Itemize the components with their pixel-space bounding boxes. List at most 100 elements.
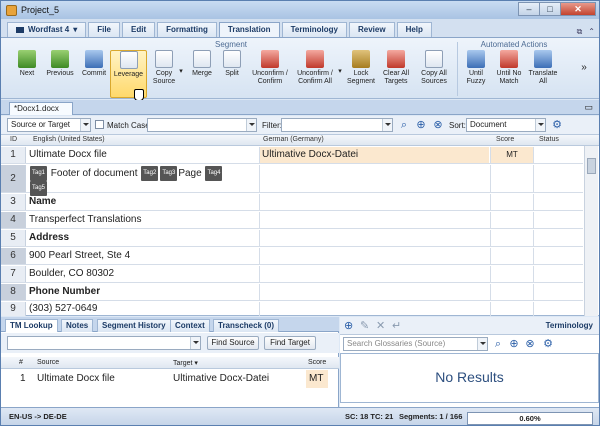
wordfast-menu[interactable]: Wordfast 4 ▾ [7,22,87,37]
status-cell [533,284,583,300]
source-cell[interactable]: 900 Pearl Street, Ste 4 [29,248,257,264]
search-scope-select[interactable]: Source or Target [7,118,91,132]
tm-target-header[interactable]: Target ▾ [173,359,198,367]
source-cell[interactable]: Tag1 Footer of document Tag2 Tag3 Page Tag… [29,166,257,196]
inline-tag[interactable]: Tag2 [141,166,159,181]
tm-source-header[interactable]: Source [37,359,59,366]
glossary-settings-icon[interactable]: ⚙ [542,338,554,350]
tab-transcheck[interactable]: Transcheck (0) [213,319,280,332]
segment-row[interactable]: 6 900 Pearl Street, Ste 4 [1,248,583,265]
glossary-search-input[interactable]: Search Glossaries (Source) [343,337,488,351]
segment-row[interactable]: 9 (303) 527-0649 [1,302,583,316]
target-cell[interactable] [259,230,489,246]
status-column-header[interactable]: Status [539,136,559,143]
search-input[interactable] [147,118,257,132]
tab-tm-lookup[interactable]: TM Lookup [5,319,58,332]
target-cell[interactable] [259,266,489,282]
edit-term-icon[interactable]: ✎ [360,320,369,332]
until-fuzzy-icon [467,50,485,68]
edit-menu[interactable]: Edit [122,22,156,37]
formatting-menu[interactable]: Formatting [157,22,217,37]
segment-row[interactable]: 3 Name [1,194,583,211]
segment-row[interactable]: 7 Boulder, CO 80302 [1,266,583,283]
copy-source-button[interactable]: Copy Source [149,50,179,98]
segment-row[interactable]: 4 Transperfect Translations [1,212,583,229]
find-source-button[interactable]: Find Source [207,336,259,350]
inline-tag[interactable]: Tag1 [30,166,48,181]
glossary-clear-icon[interactable]: ⊗ [524,338,536,350]
segment-row[interactable]: 2 Tag1 Footer of document Tag2 Tag3 Page T… [1,165,583,196]
review-menu[interactable]: Review [349,22,395,37]
source-cell[interactable]: Phone Number [29,284,257,300]
bottom-panels: TM Lookup Notes Segment History Context … [1,317,599,407]
next-button[interactable]: Next [13,50,41,98]
score-column-header[interactable]: Score [496,136,514,143]
search-icon[interactable]: ⌕ [398,119,410,131]
source-cell[interactable]: Boulder, CO 80302 [29,266,257,282]
minimize-button[interactable]: – [518,2,540,16]
target-cell[interactable] [259,194,489,210]
segment-row[interactable]: 5 Address [1,230,583,247]
tab-notes[interactable]: Notes [61,319,94,332]
target-cell[interactable] [259,284,489,300]
file-menu[interactable]: File [88,22,120,37]
document-tab[interactable]: *Docx1.docx [9,102,73,115]
source-cell[interactable]: Name [29,194,257,210]
tab-segment-history[interactable]: Segment History [97,319,171,332]
target-cell[interactable] [259,302,489,316]
sort-select[interactable]: Document [466,118,546,132]
collapse-ribbon-icon[interactable]: ⌃ [588,27,595,37]
until-no-match-button[interactable]: Until No Match [492,50,526,98]
search-next-icon[interactable]: ⊕ [415,119,427,131]
filter-input[interactable] [281,118,393,132]
until-fuzzy-button[interactable]: Until Fuzzy [462,50,490,98]
close-button[interactable]: ✕ [560,2,596,16]
target-column-header[interactable]: German (Germany) [263,136,324,143]
add-term-icon[interactable]: ⊕ [344,320,353,332]
copy-all-sources-button[interactable]: Copy All Sources [414,50,454,98]
unconfirm-confirm-all-button[interactable]: Unconfirm / Confirm All [293,50,337,98]
merge-button[interactable]: Merge [187,50,217,98]
delete-term-icon[interactable]: ✕ [376,320,385,332]
tm-result-row[interactable]: 1 Ultimate Docx file Ultimative Docx-Dat… [1,370,339,388]
scrollbar-thumb[interactable] [587,158,596,174]
inline-tag[interactable]: Tag3 [160,166,178,181]
commit-button[interactable]: Commit [79,50,109,98]
insert-term-icon[interactable]: ↵ [392,320,401,332]
translate-all-button[interactable]: Translate All [527,50,559,98]
source-cell[interactable]: Ultimate Docx file [29,147,257,163]
restore-ribbon-icon[interactable]: ⧉ [577,27,583,37]
source-cell[interactable]: Address [29,230,257,246]
inline-tag[interactable]: Tag4 [205,166,223,181]
clear-filter-icon[interactable]: ⊗ [432,119,444,131]
target-cell[interactable]: Ultimative Docx-Datei [259,147,489,163]
glossary-search-next-icon[interactable]: ⊕ [508,338,520,350]
source-cell[interactable]: (303) 527-0649 [29,302,257,316]
tm-search-input[interactable] [7,336,201,350]
segment-row[interactable]: 8 Phone Number [1,284,583,301]
terminology-menu[interactable]: Terminology [281,22,347,37]
segment-row[interactable]: 1 Ultimate Docx file Ultimative Docx-Dat… [1,147,583,164]
help-menu[interactable]: Help [396,22,432,37]
lock-segment-button[interactable]: Lock Segment [345,50,377,98]
glossary-search-icon[interactable]: ⌕ [492,338,504,350]
split-button[interactable]: Split [218,50,246,98]
tab-context[interactable]: Context [170,319,210,332]
clear-all-targets-button[interactable]: Clear All Targets [379,50,413,98]
target-cell[interactable] [259,165,489,192]
unconfirm-confirm-button[interactable]: Unconfirm / Confirm [247,50,293,98]
source-column-header[interactable]: English (United States) [33,136,105,143]
translation-menu[interactable]: Translation [218,22,280,37]
grid-scrollbar[interactable] [584,146,598,316]
previous-button[interactable]: Previous [43,50,77,98]
maximize-button[interactable]: □ [539,2,561,16]
tm-score-header[interactable]: Score [308,359,326,366]
target-cell[interactable] [259,212,489,228]
source-cell[interactable]: Transperfect Translations [29,212,257,228]
target-cell[interactable] [259,248,489,264]
tab-minimize-icon[interactable]: ▭ [584,102,593,113]
find-target-button[interactable]: Find Target [264,336,316,350]
id-column-header[interactable]: ID [10,136,17,143]
settings-gear-icon[interactable]: ⚙ [551,119,563,131]
match-case-checkbox[interactable] [95,120,104,129]
